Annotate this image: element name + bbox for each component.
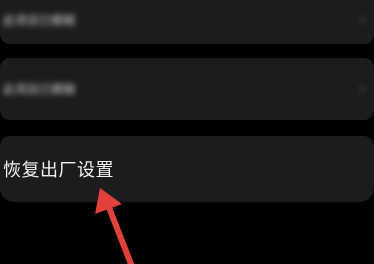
arrow-shaft [105, 202, 134, 264]
factory-reset-row[interactable]: 恢复出厂设置 [0, 136, 374, 202]
chevron-right-icon: › [358, 9, 366, 31]
factory-reset-label: 恢复出厂设置 [3, 160, 114, 181]
settings-row-blurred-1[interactable]: 此项目已模糊 › [0, 0, 374, 44]
settings-row-label: 此项目已模糊 [3, 13, 76, 28]
settings-row-blurred-2[interactable]: 此项目已模糊 › [0, 58, 374, 120]
settings-row-label: 此项目已模糊 [3, 82, 76, 97]
chevron-right-icon: › [358, 78, 366, 100]
